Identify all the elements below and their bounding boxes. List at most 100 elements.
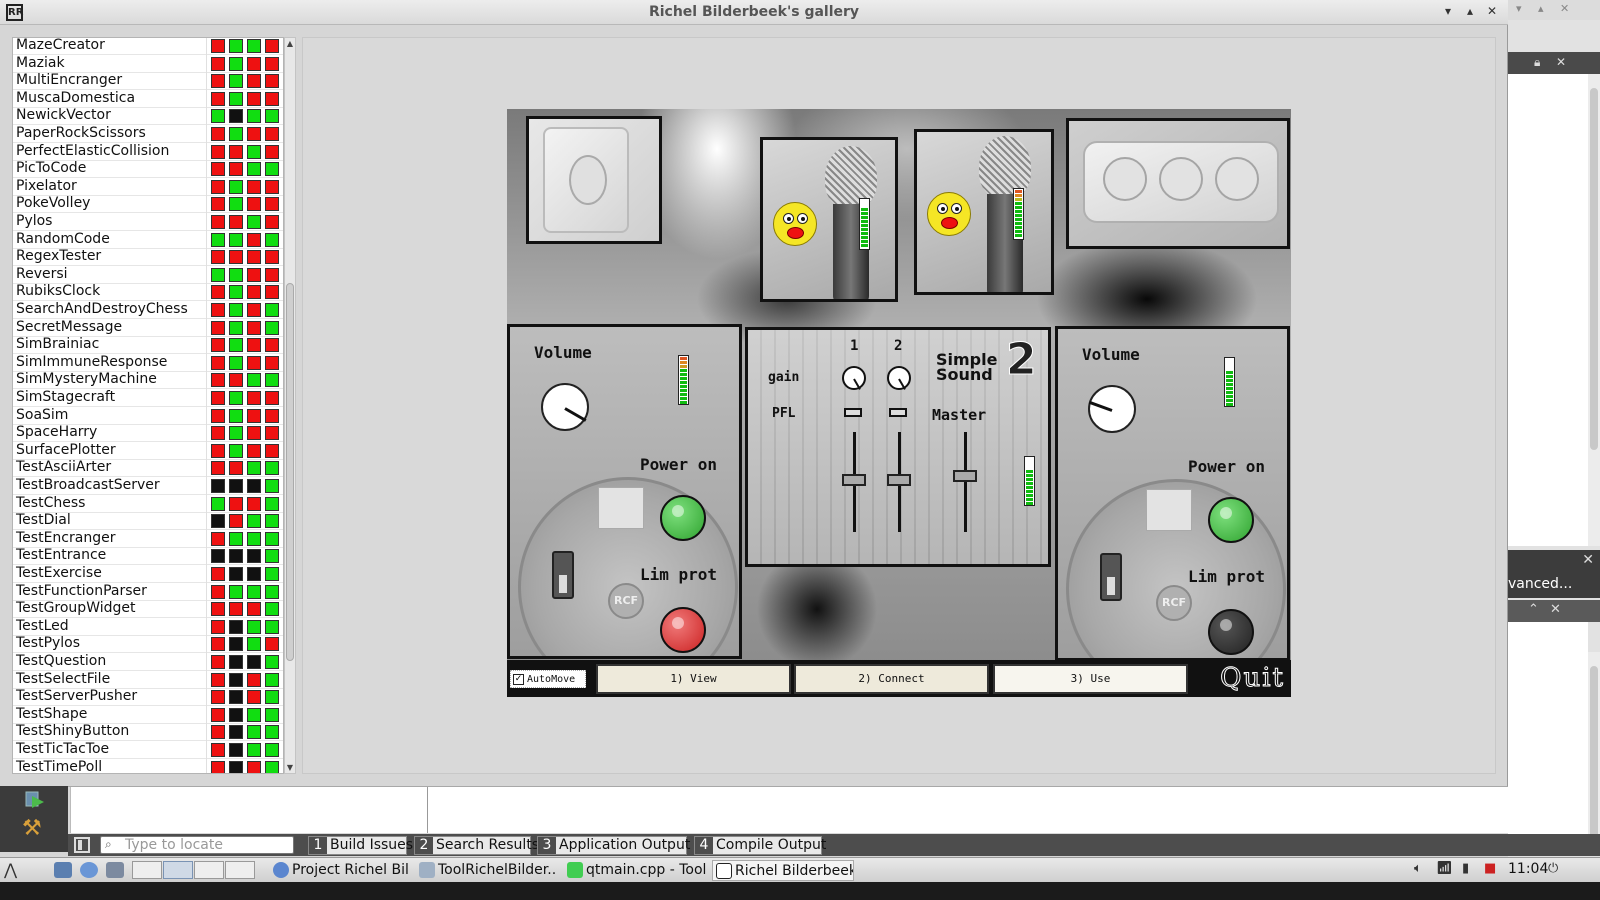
scrollbar-thumb[interactable] [286,283,294,661]
fader-master[interactable] [953,470,977,482]
list-item[interactable]: PerfectElasticCollision [13,142,283,161]
power-icon[interactable]: ⏻ [1548,861,1558,876]
scroll-up-icon[interactable]: ▲ [285,39,295,48]
tab-search-results[interactable]: 2 Search Results [414,836,539,855]
tab-application-output[interactable]: 3 Application Output [537,836,690,855]
background-close-icon[interactable]: ✕ [1560,2,1569,15]
list-item[interactable]: SecretMessage [13,318,283,337]
background-maximize-icon[interactable]: ▴ [1538,2,1544,15]
volume-icon[interactable]: 🔈︎ [1414,861,1422,876]
notification-icon[interactable]: ■ [1484,861,1496,876]
power-on-button[interactable] [660,495,706,541]
locator-input[interactable]: ⌕ Type to locate [100,836,294,854]
microphone-tile-2[interactable] [914,129,1054,295]
list-item[interactable]: SimStagecraft [13,389,283,407]
tab-compile-output[interactable]: 4 Compile Output [694,836,826,855]
list-item[interactable]: TestGroupWidget [13,600,283,619]
workspace-1[interactable] [132,861,162,879]
pfl-button-1[interactable] [844,408,862,417]
speaker-switch[interactable] [1100,553,1122,601]
list-item[interactable]: MultiEncranger [13,72,283,91]
list-item[interactable]: SimBrainiac [13,336,283,355]
gain-knob-1[interactable] [842,366,866,390]
run-icon[interactable] [24,790,46,812]
list-item[interactable]: MuscaDomestica [13,89,283,108]
minimize-icon[interactable]: ▾ [1440,4,1456,18]
list-item[interactable]: TestPylos [13,635,283,654]
wall-socket-tile[interactable] [526,116,662,244]
list-item[interactable]: SimMysteryMachine [13,371,283,390]
list-item[interactable]: PicToCode [13,160,283,179]
task-folder[interactable]: ToolRichelBilder... [416,860,556,881]
task-qt-creator[interactable]: qtmain.cpp - Tool... [564,860,706,881]
list-item[interactable]: RegexTester [13,248,283,267]
list-item[interactable]: TestEncranger [13,529,283,548]
chevron-up-icon[interactable]: ⌃ [1528,602,1539,617]
view-button[interactable]: 1) View [596,664,791,694]
list-item[interactable]: TestServerPusher [13,688,283,707]
list-item[interactable]: TestEntrance [13,547,283,566]
list-item[interactable]: SpaceHarry [13,424,283,443]
speaker-switch[interactable] [552,551,574,599]
task-gallery[interactable]: Richel Bilderbeek... [712,860,854,881]
quit-button[interactable]: Quit [1220,664,1285,693]
list-item[interactable]: TestBroadcastServer [13,477,283,495]
list-item[interactable]: Pylos [13,213,283,231]
list-item[interactable]: NewickVector [13,107,283,126]
tool-list-scrollbar[interactable]: ▲ ▼ [284,37,296,774]
tool-list[interactable]: MazeCreator Maziak MultiEncranger MuscaDome… [12,37,284,774]
close-icon[interactable]: ✕ [1582,552,1594,568]
list-item[interactable]: TestDial [13,512,283,531]
build-hammer-icon[interactable]: ⚒ [22,816,42,841]
list-item[interactable]: Reversi [13,265,283,284]
workspace-4[interactable] [225,861,255,879]
maximize-icon[interactable]: ▴ [1462,4,1478,18]
list-item[interactable]: TestShape [13,705,283,724]
show-desktop-icon[interactable] [106,862,124,878]
list-item[interactable]: SimImmuneResponse [13,353,283,372]
list-item[interactable]: TestSelectFile [13,670,283,689]
list-item[interactable]: TestLed [13,617,283,636]
volume-knob[interactable] [541,383,589,431]
close-icon[interactable]: ✕ [1484,4,1500,18]
list-item[interactable]: SoaSim [13,406,283,425]
list-item[interactable]: PokeVolley [13,195,283,214]
list-item[interactable]: TestAsciiArter [13,459,283,478]
lock-icon[interactable]: 🔒︎ [1534,55,1540,70]
browser-icon[interactable] [80,862,98,878]
list-item[interactable]: Maziak [13,54,283,73]
automove-checkbox[interactable]: ✓ [513,674,524,685]
background-scrollbar-2[interactable] [1588,652,1600,852]
task-browser[interactable]: Project Richel Bil... [270,860,410,881]
list-item[interactable]: TestFunctionParser [13,582,283,601]
list-item[interactable]: SearchAndDestroyChess [13,301,283,319]
list-item[interactable]: RubiksClock [13,283,283,302]
toggle-sidebar-icon[interactable] [74,837,90,853]
list-item[interactable]: SurfacePlotter [13,441,283,460]
wifi-icon[interactable]: 📶︎ [1436,861,1453,876]
close-icon[interactable]: ✕ [1550,602,1561,617]
volume-knob[interactable] [1088,385,1136,433]
background-scrollbar[interactable] [1588,74,1600,546]
tab-build-issues[interactable]: 1 Build Issues [308,836,413,855]
fader-2[interactable] [887,474,911,486]
power-strip-tile[interactable] [1066,118,1290,249]
list-item[interactable]: TestQuestion [13,653,283,671]
list-item[interactable]: TestChess [13,494,283,513]
background-minimize-icon[interactable]: ▾ [1516,2,1522,15]
list-item[interactable]: Pixelator [13,177,283,196]
fader-1[interactable] [842,474,866,486]
workspace-3[interactable] [194,861,224,879]
scroll-down-icon[interactable]: ▼ [285,763,295,772]
use-button[interactable]: 3) Use [993,664,1188,694]
workspace-2[interactable] [163,861,193,879]
start-menu-icon[interactable]: ⋀ [4,860,17,879]
connect-button[interactable]: 2) Connect [794,664,989,694]
list-item[interactable]: TestTimePoll [13,758,283,773]
list-item[interactable]: RandomCode [13,230,283,249]
close-icon[interactable]: ✕ [1556,55,1566,69]
list-item[interactable]: MazeCreator [13,38,283,55]
file-manager-icon[interactable] [54,862,72,878]
automove-checkbox-wrap[interactable]: ✓ AutoMove [510,670,586,688]
gain-knob-2[interactable] [887,366,911,390]
